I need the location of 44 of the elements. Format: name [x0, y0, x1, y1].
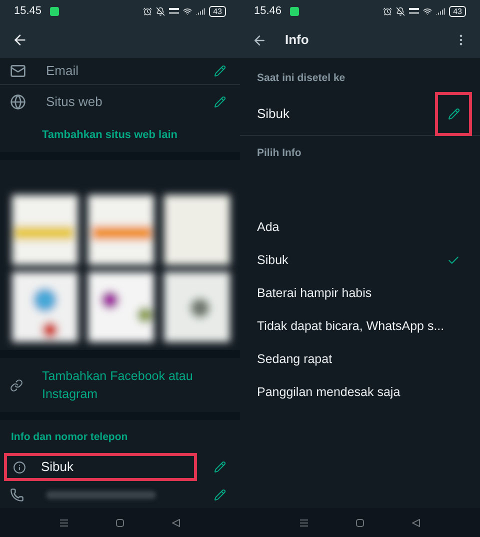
section-header: Info dan nomor telepon — [11, 430, 128, 446]
add-website-link[interactable]: Tambahkan situs web lain — [42, 126, 178, 144]
alarm-icon — [143, 6, 152, 16]
notification-icon — [290, 6, 299, 16]
back-icon[interactable] — [172, 518, 180, 526]
info-icon — [13, 460, 26, 474]
home-icon[interactable] — [116, 518, 124, 526]
edit-icon[interactable] — [214, 96, 226, 108]
edit-icon[interactable] — [448, 108, 460, 120]
status-time: 15.45 — [14, 4, 42, 19]
choose-label: Pilih Info — [257, 146, 302, 162]
signal-icon — [436, 6, 446, 16]
wifi-icon — [423, 6, 432, 16]
globe-icon — [10, 94, 26, 110]
screen-title: Info — [285, 31, 309, 50]
contact-row-label: Situs web — [46, 92, 102, 111]
contact-row-label: Email — [46, 62, 79, 80]
home-icon[interactable] — [356, 518, 364, 526]
signal-icon — [196, 6, 206, 16]
status-option[interactable]: Ada — [240, 211, 480, 244]
status-option[interactable]: Panggilan mendesak saja — [240, 376, 480, 409]
battery-icon: 43 — [209, 6, 226, 16]
link-icon — [10, 378, 23, 392]
edit-icon[interactable] — [214, 488, 226, 500]
bell-off-icon — [156, 6, 166, 16]
menu-icon[interactable] — [60, 518, 68, 526]
bell-off-icon — [396, 6, 406, 16]
status-option[interactable]: Tidak dapat bicara, WhatsApp s... — [240, 310, 480, 343]
back-icon[interactable] — [412, 518, 420, 526]
battery-icon: 43 — [449, 6, 466, 16]
current-label: Saat ini disetel ke — [257, 71, 346, 86]
menu-icon[interactable] — [300, 518, 308, 526]
edit-icon[interactable] — [214, 461, 226, 473]
alarm-icon — [383, 6, 392, 16]
edit-icon[interactable] — [214, 65, 226, 77]
notification-icon — [50, 6, 59, 16]
email-icon — [10, 63, 26, 79]
info-value: Sibuk — [41, 458, 74, 476]
status-option[interactable]: Baterai hampir habis — [240, 277, 480, 310]
phone-icon — [10, 488, 24, 502]
status-option[interactable]: Sedang rapat — [240, 343, 480, 376]
current-status: Sibuk — [257, 104, 290, 123]
wifi-icon — [183, 6, 192, 16]
status-time: 15.46 — [254, 4, 282, 19]
